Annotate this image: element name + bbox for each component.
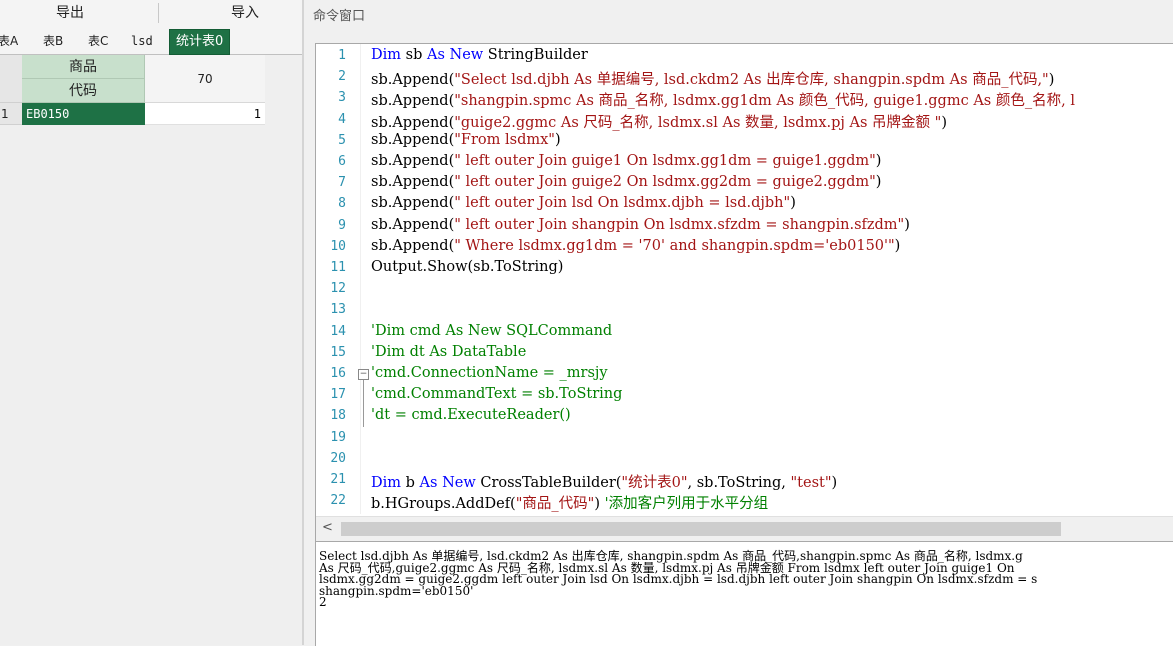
code-line[interactable]: sb.Append(" left outer Join lsd On lsdmx… [371,195,796,211]
line-number: 2 [338,69,346,85]
line-number: 21 [330,472,346,487]
code-line[interactable]: 'cmd.CommandText = sb.ToString [371,386,622,402]
row-number[interactable]: 1 [0,103,22,125]
grid-cell-value[interactable]: 1 [145,103,265,125]
line-number: 6 [338,154,346,169]
code-line[interactable]: Dim b As New CrossTableBuilder("统计表0", s… [371,471,837,492]
code-editor[interactable]: 1 Dim sb As New StringBuilder 2 sb.Append("… [315,43,1173,542]
tab-table-a[interactable]: 表A [0,29,18,53]
code-line[interactable]: b.HGroups.AddDef("商品_代码") '添加客户列用于水平分组 [371,492,768,513]
code-line[interactable]: sb.Append(" Where lsdmx.gg1dm = '70' and… [371,238,900,254]
line-number: 13 [330,302,346,318]
line-number: 15 [330,344,346,360]
code-line[interactable]: sb.Append(" left outer Join shangpin On … [371,217,910,233]
fold-toggle-icon[interactable]: − [358,369,369,380]
line-number: 19 [330,429,346,445]
line-number: 12 [330,281,346,297]
tab-table-c[interactable]: 表C [88,29,108,53]
scrollbar-thumb[interactable] [341,522,1061,536]
line-number: 3 [338,90,346,106]
line-number: 7 [338,175,346,191]
table-panel: 导出 导入 表A 表B 表C lsd 统计表0 商品 代码 70 1 EB015… [0,0,302,645]
line-number: 16 [330,366,346,381]
line-number: 18 [330,408,346,424]
tab-lsd[interactable]: lsd [131,29,153,53]
table-tabs: 表A 表B 表C lsd 统计表0 [0,26,302,55]
line-number: 1 [338,48,346,63]
column-header-code[interactable]: 代码 [22,79,145,103]
line-number: 8 [338,196,346,212]
line-number: 9 [338,217,346,233]
line-number: 11 [330,260,346,275]
line-number: 20 [330,450,346,466]
import-button[interactable]: 导入 [215,2,275,24]
line-number: 10 [330,238,346,254]
export-button[interactable]: 导出 [40,2,100,24]
fold-line [363,380,364,427]
tab-stat-table[interactable]: 统计表0 [169,29,231,55]
tab-table-b[interactable]: 表B [43,29,63,53]
code-line[interactable]: sb.Append("From lsdmx") [371,132,561,148]
code-line[interactable]: 'Dim cmd As New SQLCommand [371,323,612,339]
code-line[interactable]: Dim sb As New StringBuilder [371,47,588,63]
code-line[interactable]: sb.Append("shangpin.spmc As 商品_名称, lsdmx… [371,89,1075,110]
corner-cell [0,55,22,103]
line-number: 4 [338,111,346,127]
code-line[interactable]: sb.Append("guige2.ggmc As 尺码_名称, lsdmx.s… [371,111,947,132]
scroll-left-arrow-icon[interactable]: < [322,520,333,535]
grid-cell-code[interactable]: EB0150 [22,103,145,125]
column-header-value[interactable]: 70 [145,55,265,103]
output-line: 2 [319,595,327,609]
horizontal-scrollbar[interactable]: < [316,516,1173,541]
code-line[interactable]: sb.Append(" left outer Join guige2 On ls… [371,174,881,190]
code-line[interactable]: Output.Show(sb.ToString) [371,259,563,275]
output-line: shangpin.spdm='eb0150' [319,583,474,598]
import-export-bar: 导出 导入 [0,0,302,26]
code-line[interactable]: sb.Append(" left outer Join guige1 On ls… [371,153,881,169]
code-line[interactable]: 'dt = cmd.ExecuteReader() [371,407,571,423]
output-pane[interactable]: Select lsd.djbh As 单据编号, lsd.ckdm2 As 出库… [315,541,1173,646]
line-number: 22 [330,493,346,509]
line-number: 14 [330,323,346,339]
command-window-title: 命令窗口 [313,9,366,24]
code-line[interactable]: 'cmd.ConnectionName = _mrsjy [371,365,608,381]
command-window: 命令窗口 1 Dim sb As New StringBuilder 2 sb.App… [304,0,1173,646]
line-number: 5 [338,132,346,148]
code-line[interactable]: 'Dim dt As DataTable [371,344,526,360]
line-number: 17 [330,387,346,403]
divider [158,3,159,23]
column-header-group[interactable]: 商品 [22,55,145,79]
code-line[interactable]: sb.Append("Select lsd.djbh As 单据编号, lsd.… [371,68,1054,89]
